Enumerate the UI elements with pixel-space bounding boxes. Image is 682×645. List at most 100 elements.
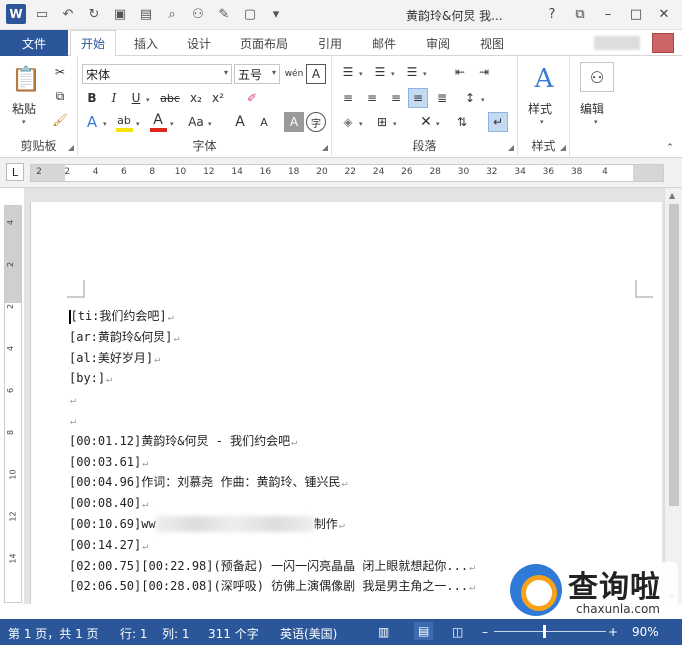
font-color-dropdown-icon[interactable]: ▾ [170, 120, 174, 128]
underline-button[interactable]: U [126, 88, 146, 108]
enclose-char-button[interactable]: 字 [306, 112, 326, 132]
collapse-ribbon-icon[interactable]: ⌃ [660, 138, 680, 158]
tab-home[interactable]: 开始 [70, 30, 117, 57]
status-page[interactable]: 第 1 页，共 1 页 [8, 625, 99, 642]
find-binoculars-icon[interactable]: ⚇ [580, 62, 614, 92]
read-mode-icon[interactable]: ▥ [378, 625, 389, 639]
help-button[interactable]: ? [538, 3, 566, 25]
phonetic-guide-icon[interactable]: wén [284, 64, 304, 84]
status-language[interactable]: 英语(美国) [280, 625, 337, 642]
font-size-dropdown-icon[interactable]: ▾ [272, 68, 276, 77]
font-size-combo[interactable]: 五号 ▾ [234, 64, 280, 84]
scroll-thumb[interactable] [669, 204, 679, 506]
shading-dropdown-icon[interactable]: ▾ [359, 120, 363, 128]
copy-icon[interactable]: ⧉ [50, 86, 70, 106]
document-line[interactable]: ↵ [69, 389, 475, 410]
superscript-button[interactable]: x² [208, 88, 228, 108]
bullets-dropdown-icon[interactable]: ▾ [359, 70, 363, 78]
grow-font-button[interactable]: A [230, 112, 250, 132]
borders-dropdown-icon[interactable]: ▾ [393, 120, 397, 128]
scroll-up-icon[interactable]: ▲ [669, 191, 675, 200]
styles-gallery-icon[interactable]: A [528, 62, 560, 96]
paragraph-launcher-icon[interactable]: ◢ [508, 143, 514, 152]
tab-references[interactable]: 引用 [318, 30, 342, 56]
font-launcher-icon[interactable]: ◢ [322, 143, 328, 152]
text-effects-button[interactable]: A [82, 112, 102, 132]
document-line[interactable]: [00:04.96]作词：刘慕尧 作曲：黄韵玲、锺兴民↵ [69, 472, 475, 493]
document-line[interactable]: [00:03.61]↵ [69, 452, 475, 473]
align-right-icon[interactable]: ≡ [386, 88, 406, 108]
tab-file[interactable]: 文件 [0, 30, 68, 56]
tab-insert[interactable]: 插入 [134, 30, 158, 56]
highlight-button[interactable]: ab [114, 110, 134, 130]
borders-icon[interactable]: ⊞ [372, 112, 392, 132]
numbering-icon[interactable]: ☰ [370, 62, 390, 82]
tab-review[interactable]: 审阅 [426, 30, 450, 56]
close-button[interactable]: ✕ [650, 3, 678, 25]
avatar[interactable] [652, 33, 674, 53]
line-spacing-icon[interactable]: ↕ [460, 88, 480, 108]
subscript-button[interactable]: x₂ [186, 88, 206, 108]
format-painter-qat-icon[interactable]: ✎ [214, 4, 234, 24]
document-line[interactable]: ↵ [69, 410, 475, 431]
document-line[interactable]: [00:01.12]黄韵玲&何炅 - 我们约会吧↵ [69, 431, 475, 452]
distributed-icon[interactable]: ≣ [432, 88, 452, 108]
user-name[interactable] [594, 36, 640, 50]
tab-page-layout[interactable]: 页面布局 [240, 30, 288, 56]
document-line[interactable]: [al:美好岁月]↵ [69, 348, 475, 369]
shading-icon[interactable]: ◈ [338, 112, 358, 132]
clipboard-launcher-icon[interactable]: ◢ [68, 143, 74, 152]
show-marks-icon[interactable]: ↵ [488, 112, 508, 132]
print-preview-icon[interactable]: ⌕ [162, 4, 182, 24]
paste-icon[interactable]: 📋 [11, 62, 41, 96]
document-body[interactable]: [ti:我们约会吧]↵ [ar:黄韵玲&何炅]↵ [al:美好岁月]↵ [by:]↵ ↵… [69, 306, 475, 597]
save-as-icon[interactable]: ▤ [136, 4, 156, 24]
char-shading-button[interactable]: A [284, 112, 304, 132]
word-logo-icon[interactable]: W [6, 4, 26, 24]
line-spacing-dropdown-icon[interactable]: ▾ [481, 96, 485, 104]
document-line[interactable]: [00:08.40]↵ [69, 493, 475, 514]
zoom-slider[interactable] [494, 631, 606, 632]
italic-button[interactable]: I [104, 88, 124, 108]
document-line[interactable]: [02:06.50][00:28.08](深呼吸) 彷佛上演偶像剧 我是男主角之… [69, 576, 475, 597]
underline-dropdown-icon[interactable]: ▾ [146, 96, 150, 104]
redo-icon[interactable]: ↻ [84, 4, 104, 24]
maximize-button[interactable]: □ [622, 3, 650, 25]
text-effects-dropdown-icon[interactable]: ▾ [103, 120, 107, 128]
horizontal-ruler[interactable]: 2 2 4 6 8 10 12 14 16 18 20 22 24 26 28 30 32 34 36 38 4 [30, 164, 664, 182]
sort-icon[interactable]: ⇅ [452, 112, 472, 132]
styles-button[interactable]: 样式 [528, 100, 552, 117]
document-line[interactable]: [02:00.75][00:22.98](预备起) 一闪一闪亮晶晶 闭上眼就想起… [69, 556, 475, 577]
zoom-in-button[interactable]: + [608, 625, 618, 639]
document-line[interactable]: [00:10.69]ww 制作↵ [69, 514, 475, 535]
find-icon[interactable]: ⚇ [188, 4, 208, 24]
chinese-layout-dropdown-icon[interactable]: ▾ [436, 120, 440, 128]
editing-dropdown-icon[interactable]: ▾ [594, 118, 598, 126]
save-icon[interactable]: ▣ [110, 4, 130, 24]
document-page[interactable]: [ti:我们约会吧]↵ [ar:黄韵玲&何炅]↵ [al:美好岁月]↵ [by:]↵ ↵… [30, 202, 662, 604]
status-col[interactable]: 列: 1 [162, 625, 190, 642]
zoom-slider-thumb[interactable] [543, 625, 547, 638]
char-border-icon[interactable]: A [306, 64, 326, 84]
zoom-level[interactable]: 90% [632, 625, 659, 639]
bold-button[interactable]: B [82, 88, 102, 108]
strikethrough-button[interactable]: abc [156, 88, 184, 108]
web-layout-icon[interactable]: ◫ [452, 625, 463, 639]
clear-formatting-icon[interactable]: ✐ [242, 88, 262, 108]
change-case-button[interactable]: Aa [184, 112, 208, 132]
undo-icon[interactable]: ↶ [58, 4, 78, 24]
multilevel-list-icon[interactable]: ☰ [402, 62, 422, 82]
paste-dropdown-icon[interactable]: ▾ [22, 118, 26, 126]
vertical-ruler[interactable]: 4 2 2 4 6 8 10 12 14 [4, 205, 22, 603]
align-left-icon[interactable]: ≡ [338, 88, 358, 108]
justify-icon[interactable]: ≡ [408, 88, 428, 108]
align-center-icon[interactable]: ≡ [362, 88, 382, 108]
zoom-out-button[interactable]: – [482, 625, 488, 639]
styles-dropdown-icon[interactable]: ▾ [540, 118, 544, 126]
paste-button[interactable]: 粘贴 [12, 100, 36, 117]
shrink-font-button[interactable]: A [254, 112, 274, 132]
document-line[interactable]: [ar:黄韵玲&何炅]↵ [69, 327, 475, 348]
multilevel-list-dropdown-icon[interactable]: ▾ [423, 70, 427, 78]
font-color-button[interactable]: A [148, 110, 168, 130]
change-case-dropdown-icon[interactable]: ▾ [208, 120, 212, 128]
